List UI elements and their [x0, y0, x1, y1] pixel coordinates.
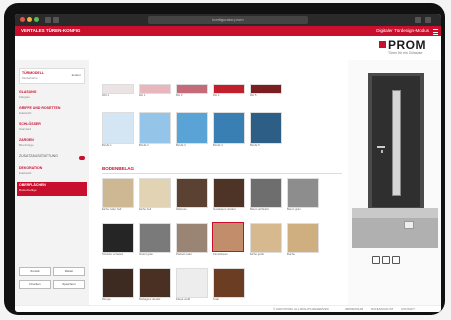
- swatch-label: BLUE 1: [102, 143, 112, 147]
- footer-link-contact[interactable]: KONTAKT: [401, 307, 415, 311]
- color-swatch[interactable]: [213, 112, 245, 144]
- swatch-label: BLUE 3: [176, 143, 186, 147]
- device-frame: konfigurator.prom VERTALES TÜREN-KONFIG …: [4, 3, 445, 315]
- color-swatch[interactable]: [213, 268, 245, 298]
- next-button[interactable]: Weiter: [53, 267, 85, 276]
- color-swatch[interactable]: [139, 223, 171, 253]
- page-footer: © 2023 PROM. ALL RIGHTS RESERVED IMPRESS…: [15, 305, 441, 312]
- zoom-icon[interactable]: [372, 256, 380, 264]
- swatch-label: Parkett natur: [176, 252, 193, 256]
- swatch-label: BLUE 4: [213, 143, 223, 147]
- swatch-label: RH 1: [139, 93, 146, 97]
- color-swatch[interactable]: [250, 112, 282, 144]
- section-divider: [102, 173, 342, 174]
- footer-copyright: © 2023 PROM. ALL RIGHTS RESERVED: [273, 307, 329, 311]
- swatch-label: Walnuss: [176, 207, 187, 211]
- logo-square-icon: [379, 41, 386, 48]
- door-handle: [377, 146, 385, 148]
- app-title: VERTALES TÜREN-KONFIG: [21, 28, 81, 33]
- sidebar-item-decoration[interactable]: DEKORATION Edelstahl: [19, 166, 85, 178]
- color-swatch[interactable]: [250, 178, 282, 208]
- forward-arrow-icon[interactable]: [53, 17, 59, 23]
- door-preview: [348, 60, 441, 305]
- swatch-label: Granit grau: [139, 252, 153, 256]
- sidebar-item-locks[interactable]: SCHLÖSSER Standard: [19, 122, 85, 134]
- color-swatch[interactable]: [250, 223, 282, 253]
- sidebar-item-frames[interactable]: ZARGEN Blockzarge: [19, 138, 85, 150]
- back-button[interactable]: Zurück: [19, 267, 51, 276]
- screen: konfigurator.prom VERTALES TÜREN-KONFIG …: [15, 14, 441, 312]
- color-swatch[interactable]: [212, 222, 244, 252]
- color-swatch[interactable]: [176, 178, 208, 208]
- user-mode-label[interactable]: Digitaler Türdesign-Modus: [376, 26, 429, 36]
- swatch-label: BLUE 5: [250, 143, 260, 147]
- swatch-label: Fliese weiß: [176, 297, 191, 301]
- swatch-label: BLUE 2: [139, 143, 149, 147]
- rotate-icon[interactable]: [382, 256, 390, 264]
- color-swatch[interactable]: [213, 178, 245, 208]
- back-arrow-icon[interactable]: [45, 17, 51, 23]
- color-swatch[interactable]: [176, 112, 208, 144]
- options-panel: WH 1 RH 1 RH 3 RH 4 RH 5 BLUE 1 BLUE 2 BLUE 3 BL…: [89, 60, 347, 305]
- tabs-icon[interactable]: [425, 17, 431, 23]
- minimize-window-button[interactable]: [27, 17, 32, 22]
- swatch-label: Wenge: [102, 297, 111, 301]
- share-icon[interactable]: [415, 17, 421, 23]
- doorbell-icon: [404, 221, 414, 229]
- color-swatch[interactable]: [139, 268, 171, 298]
- extras-toggle[interactable]: [79, 156, 85, 160]
- footer-link-imprint[interactable]: IMPRESSUM: [345, 307, 363, 311]
- swatch-label: Schiefer schwarz: [102, 252, 124, 256]
- sidebar-item-surfaces[interactable]: OBERFLÄCHEN Bodenbeläge: [17, 182, 87, 196]
- swatch-label: WH 1: [102, 93, 109, 97]
- swatch-label: Mahagoni dunkel: [139, 297, 161, 301]
- color-swatch[interactable]: [139, 178, 171, 208]
- swatch-label: Eiche geölt: [250, 252, 264, 256]
- sidebar-item-model[interactable]: TÜRMODELL Modellreihe ändern: [19, 68, 85, 84]
- config-sidebar: TÜRMODELL Modellreihe ändern GLASUNG Klar…: [15, 60, 90, 305]
- hamburger-menu-icon[interactable]: [433, 29, 438, 35]
- sidebar-item-glazing[interactable]: GLASUNG Klarglas: [19, 90, 85, 102]
- color-swatch[interactable]: [287, 223, 319, 253]
- color-swatch[interactable]: [102, 112, 134, 144]
- fullscreen-icon[interactable]: [392, 256, 400, 264]
- swatch-label: Nussbaum dunkel: [213, 207, 236, 211]
- swatch-label: Eiche natur hell: [102, 207, 122, 211]
- color-swatch[interactable]: [176, 268, 208, 298]
- address-bar[interactable]: konfigurator.prom: [148, 16, 308, 24]
- close-window-button[interactable]: [20, 17, 25, 22]
- swatch-label: Kirschbaum: [213, 252, 228, 256]
- save-button[interactable]: Speichern: [53, 280, 85, 289]
- browser-chrome: konfigurator.prom: [15, 14, 441, 26]
- swatch-label: RH 5: [250, 93, 257, 97]
- maximize-window-button[interactable]: [34, 17, 39, 22]
- color-swatch[interactable]: [176, 223, 208, 253]
- swatch-label: Teak: [213, 297, 219, 301]
- swatch-label: RH 4: [213, 93, 220, 97]
- sidebar-item-handles[interactable]: GRIFFE UND ROSETTEN Edelstahl: [19, 106, 85, 118]
- swatch-label: Beton anthrazit: [250, 207, 269, 211]
- brand-name: PROM: [388, 38, 426, 52]
- color-swatch[interactable]: [287, 178, 319, 208]
- door-lock: [381, 150, 383, 153]
- preview-floor: [352, 218, 438, 248]
- color-swatch[interactable]: [139, 112, 171, 144]
- color-swatch[interactable]: [102, 268, 134, 298]
- color-swatch[interactable]: [102, 223, 134, 253]
- swatch-label: Buche: [287, 252, 295, 256]
- section-title-flooring: BODENBELAG: [102, 166, 135, 171]
- swatch-label: Eiche hell: [139, 207, 152, 211]
- door-glass: [392, 90, 401, 196]
- swatch-label: Beton grau: [287, 207, 301, 211]
- app-header: VERTALES TÜREN-KONFIG Digitaler Türdesig…: [15, 26, 441, 36]
- edit-model-link[interactable]: ändern: [72, 73, 81, 77]
- brand-tagline: Türen für ein Zuhause: [388, 51, 423, 55]
- color-swatch[interactable]: [102, 178, 134, 208]
- print-button[interactable]: Drucken: [19, 280, 51, 289]
- sidebar-item-extras[interactable]: ZUSATZAUSSTATTUNG: [19, 154, 85, 166]
- swatch-label: RH 3: [176, 93, 183, 97]
- footer-link-privacy[interactable]: DATENSCHUTZ: [371, 307, 393, 311]
